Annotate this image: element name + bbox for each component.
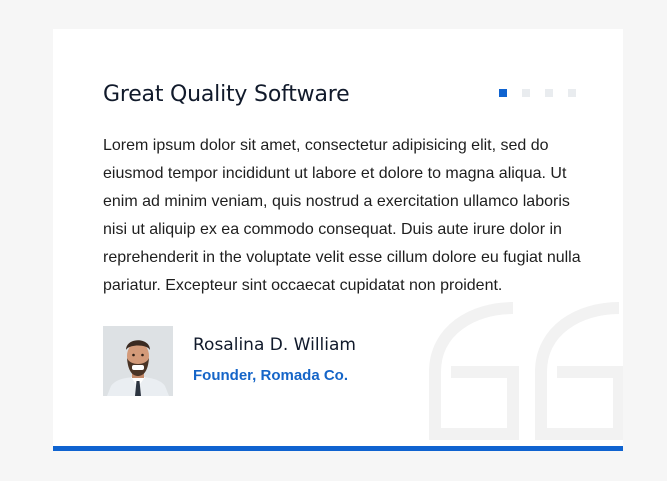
slider-dot-3[interactable] xyxy=(545,89,553,97)
slider-dot-4[interactable] xyxy=(568,89,576,97)
testimonial-body: Lorem ipsum dolor sit amet, consectetur … xyxy=(103,137,581,294)
card-accent-bar xyxy=(53,446,623,451)
author-name: Rosalina D. William xyxy=(193,335,356,355)
author-avatar xyxy=(103,326,173,396)
slider-dot-2[interactable] xyxy=(522,89,530,97)
author-role: Founder, Romada Co. xyxy=(193,367,349,384)
quote-icon xyxy=(429,302,623,440)
slider-dot-1[interactable] xyxy=(499,89,507,97)
slider-dots xyxy=(499,89,576,97)
avatar-photo-icon xyxy=(103,326,173,396)
testimonial-card: Great Quality Software Lorem ipsum dolor… xyxy=(53,29,623,446)
testimonial-title: Great Quality Software xyxy=(103,82,350,107)
